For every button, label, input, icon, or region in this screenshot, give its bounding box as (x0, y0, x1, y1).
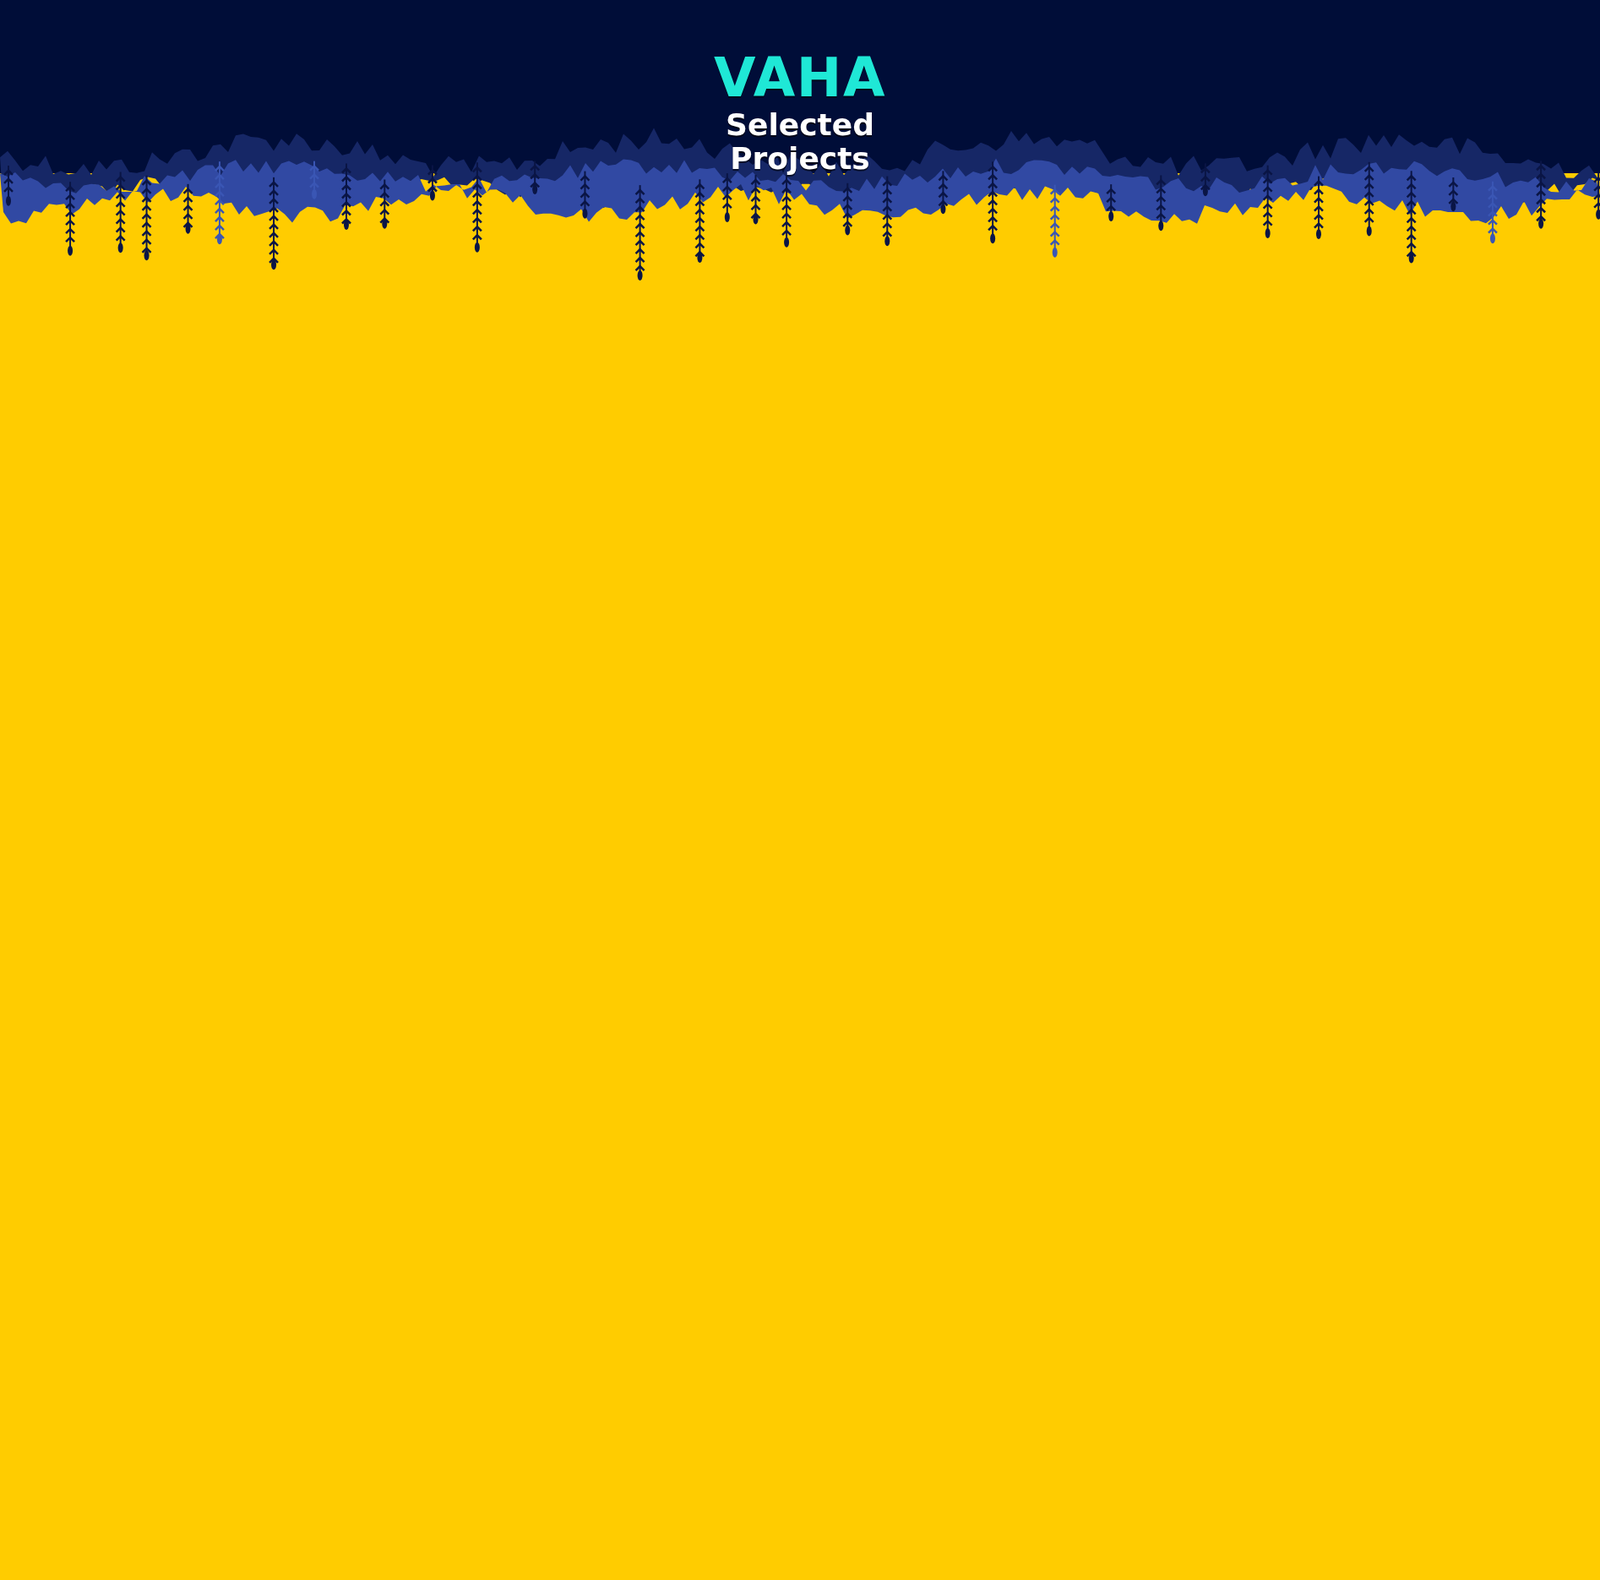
site-header: VAHA Selected Projects (0, 0, 1600, 288)
page: VAHA Selected Projects (0, 0, 1600, 1580)
title-block: VAHA Selected Projects (0, 0, 1600, 176)
site-subtitle: Selected Projects (702, 108, 898, 176)
site-title[interactable]: VAHA (713, 50, 887, 105)
